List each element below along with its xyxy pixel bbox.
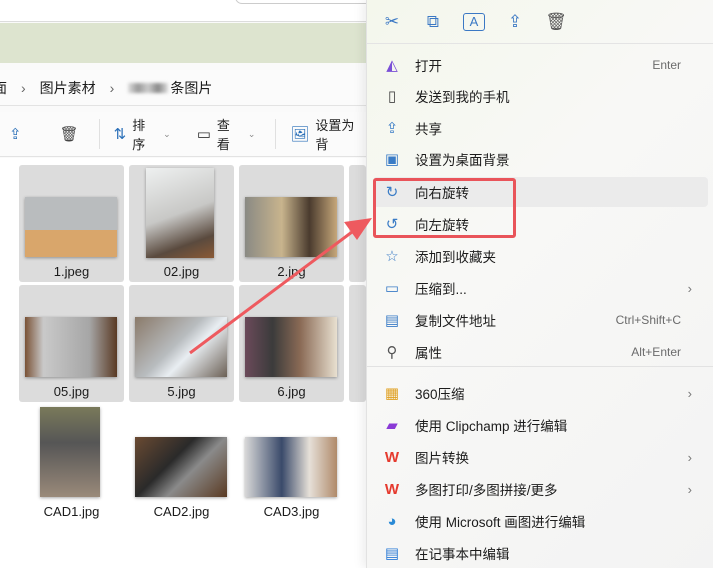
annotation-arrow (189, 218, 372, 355)
